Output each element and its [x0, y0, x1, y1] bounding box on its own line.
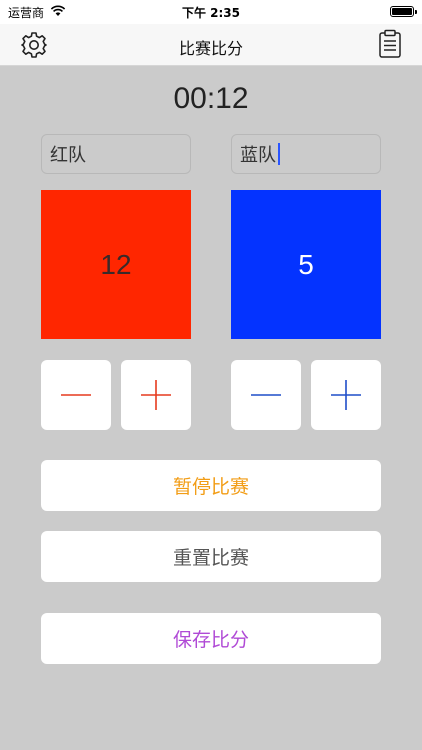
plus-icon: [331, 380, 361, 410]
blue-minus-button[interactable]: [231, 360, 301, 430]
blue-team-name-input[interactable]: [231, 134, 381, 174]
page-title: 比赛比分: [178, 39, 243, 58]
nav-bar: 比赛比分: [0, 24, 422, 66]
red-team-score: 12: [41, 190, 191, 339]
blue-team-score: 5: [231, 190, 381, 339]
text-cursor: [278, 143, 280, 165]
red-plus-button[interactable]: [121, 360, 191, 430]
red-minus-button[interactable]: [41, 360, 111, 430]
red-team-name-input[interactable]: [41, 134, 191, 174]
game-timer: 00:12: [173, 82, 249, 115]
blue-plus-button[interactable]: [311, 360, 381, 430]
clipboard-icon[interactable]: [378, 29, 402, 59]
status-bar: 运营商 下午 2:35: [0, 0, 422, 24]
battery-fill: [392, 8, 412, 15]
battery-icon: [390, 6, 417, 17]
minus-icon: [251, 394, 281, 396]
minus-icon: [61, 394, 91, 396]
plus-icon: [141, 380, 171, 410]
status-time: 下午 2:35: [181, 6, 241, 20]
reset-game-button[interactable]: 重置比赛: [41, 531, 381, 582]
pause-game-button[interactable]: 暂停比赛: [41, 460, 381, 511]
save-score-button[interactable]: 保存比分: [41, 613, 381, 664]
